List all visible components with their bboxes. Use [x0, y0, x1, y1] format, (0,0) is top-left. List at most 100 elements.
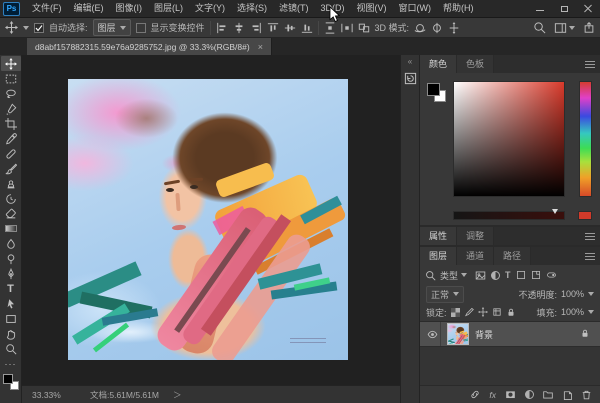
- smart-object-filter-icon[interactable]: [531, 270, 541, 280]
- distribute-h-icon[interactable]: [341, 22, 353, 34]
- menu-window[interactable]: 窗口(W): [393, 0, 438, 17]
- auto-select-checkbox[interactable]: [34, 23, 44, 33]
- distribute-v-icon[interactable]: [324, 22, 336, 34]
- 3d-pan-icon[interactable]: [448, 22, 460, 34]
- spot-healing-brush-tool[interactable]: [1, 146, 21, 161]
- visibility-toggle[interactable]: [425, 322, 441, 346]
- add-mask-icon[interactable]: [504, 389, 517, 400]
- menu-filter[interactable]: 滤镜(T): [273, 0, 315, 17]
- edit-toolbar-button[interactable]: ···: [1, 356, 21, 371]
- layer-thumbnail[interactable]: [447, 323, 469, 345]
- menu-layer[interactable]: 图层(L): [148, 0, 189, 17]
- auto-select-dropdown[interactable]: 图层: [93, 19, 131, 36]
- lock-transparency-icon[interactable]: [451, 308, 460, 317]
- photoshop-logo[interactable]: Ps: [3, 2, 20, 16]
- show-transform-checkbox[interactable]: [136, 23, 146, 33]
- canvas-area[interactable]: 33.33% 文档:5.61M/5.61M ＞: [22, 55, 400, 403]
- color-ramp[interactable]: [453, 211, 565, 220]
- blur-tool[interactable]: [1, 236, 21, 251]
- filter-kind-dropdown[interactable]: 类型: [440, 269, 467, 282]
- layer-row-background[interactable]: 背景: [420, 322, 600, 347]
- tool-preset-arrow[interactable]: [23, 26, 29, 30]
- menu-type[interactable]: 文字(Y): [189, 0, 231, 17]
- search-icon[interactable]: [533, 21, 546, 34]
- link-layers-icon[interactable]: [469, 389, 481, 400]
- maximize-button[interactable]: [552, 0, 576, 18]
- auto-align-icon[interactable]: [358, 22, 370, 34]
- blend-mode-dropdown[interactable]: 正常: [426, 286, 464, 303]
- close-button[interactable]: [576, 0, 600, 18]
- gradient-tool[interactable]: [1, 221, 21, 236]
- lasso-tool[interactable]: [1, 86, 21, 101]
- tab-color[interactable]: 颜色: [420, 55, 457, 73]
- menu-view[interactable]: 视图(V): [351, 0, 393, 17]
- menu-edit[interactable]: 编辑(E): [68, 0, 110, 17]
- adjustment-filter-icon[interactable]: [491, 271, 500, 280]
- 3d-roll-icon[interactable]: [431, 22, 443, 34]
- quick-selection-tool[interactable]: [1, 101, 21, 116]
- menu-help[interactable]: 帮助(H): [437, 0, 480, 17]
- menu-file[interactable]: 文件(F): [26, 0, 68, 17]
- shape-filter-icon[interactable]: [516, 270, 526, 280]
- eraser-tool[interactable]: [1, 206, 21, 221]
- align-top-icon[interactable]: [267, 22, 279, 34]
- crop-tool[interactable]: [1, 116, 21, 131]
- align-left-icon[interactable]: [216, 22, 228, 34]
- panel-menu-button[interactable]: [585, 55, 600, 73]
- ramp-handle[interactable]: [552, 209, 558, 214]
- panel-menu-button[interactable]: [585, 247, 600, 265]
- zoom-tool[interactable]: [1, 341, 21, 356]
- dodge-tool[interactable]: [1, 251, 21, 266]
- 3d-orbit-icon[interactable]: [414, 22, 426, 34]
- tab-properties[interactable]: 属性: [420, 227, 457, 245]
- rectangular-marquee-tool[interactable]: [1, 71, 21, 86]
- pen-tool[interactable]: [1, 266, 21, 281]
- status-popup-arrow[interactable]: ＞: [173, 389, 182, 401]
- expand-dock-icon[interactable]: «: [408, 58, 412, 66]
- lock-pixels-icon[interactable]: [464, 307, 474, 317]
- new-adjustment-layer-icon[interactable]: [525, 390, 534, 399]
- layer-effects-icon[interactable]: fx: [489, 390, 496, 400]
- delete-layer-icon[interactable]: [581, 389, 592, 400]
- hue-slider[interactable]: [579, 81, 592, 197]
- new-layer-icon[interactable]: [562, 389, 573, 400]
- rectangle-tool[interactable]: [1, 311, 21, 326]
- share-icon[interactable]: [583, 21, 595, 34]
- layer-name[interactable]: 背景: [475, 328, 493, 341]
- lock-artboard-icon[interactable]: [492, 307, 502, 317]
- menu-3d[interactable]: 3D(D): [315, 0, 351, 17]
- align-right-icon[interactable]: [250, 22, 262, 34]
- clone-stamp-tool[interactable]: [1, 176, 21, 191]
- tab-paths[interactable]: 路径: [494, 247, 531, 265]
- menu-image[interactable]: 图像(I): [110, 0, 149, 17]
- fill-value[interactable]: 100%: [561, 307, 584, 317]
- menu-select[interactable]: 选择(S): [231, 0, 273, 17]
- lock-all-icon[interactable]: [506, 307, 516, 318]
- foreground-color-swatch[interactable]: [3, 374, 13, 384]
- zoom-level-field[interactable]: 33.33%: [32, 390, 84, 400]
- tab-layers[interactable]: 图层: [420, 247, 457, 265]
- minimize-button[interactable]: [528, 0, 552, 18]
- lock-position-icon[interactable]: [478, 307, 488, 317]
- foreground-color-swatch[interactable]: [427, 83, 440, 96]
- hand-tool[interactable]: [1, 326, 21, 341]
- tab-close-icon[interactable]: ×: [258, 42, 263, 52]
- brush-tool[interactable]: [1, 161, 21, 176]
- type-filter-icon[interactable]: T: [505, 270, 511, 280]
- history-panel-icon[interactable]: [404, 72, 417, 85]
- history-brush-tool[interactable]: [1, 191, 21, 206]
- document-tab[interactable]: d8abf157882315.59e76a9285752.jpg @ 33.3%…: [27, 38, 272, 55]
- workspace-switcher[interactable]: [554, 22, 575, 34]
- type-tool[interactable]: T: [1, 281, 21, 296]
- panel-menu-button[interactable]: [585, 227, 600, 245]
- color-swatches[interactable]: [2, 373, 20, 391]
- align-middle-icon[interactable]: [284, 22, 296, 34]
- path-selection-tool[interactable]: [1, 296, 21, 311]
- pixel-filter-icon[interactable]: [475, 270, 486, 281]
- saturation-brightness-picker[interactable]: [453, 81, 565, 197]
- filter-toggle-icon[interactable]: [546, 270, 557, 280]
- eyedropper-tool[interactable]: [1, 131, 21, 146]
- new-group-icon[interactable]: [542, 389, 554, 400]
- tab-adjustments[interactable]: 调整: [457, 227, 494, 245]
- tab-swatches[interactable]: 色板: [457, 55, 494, 73]
